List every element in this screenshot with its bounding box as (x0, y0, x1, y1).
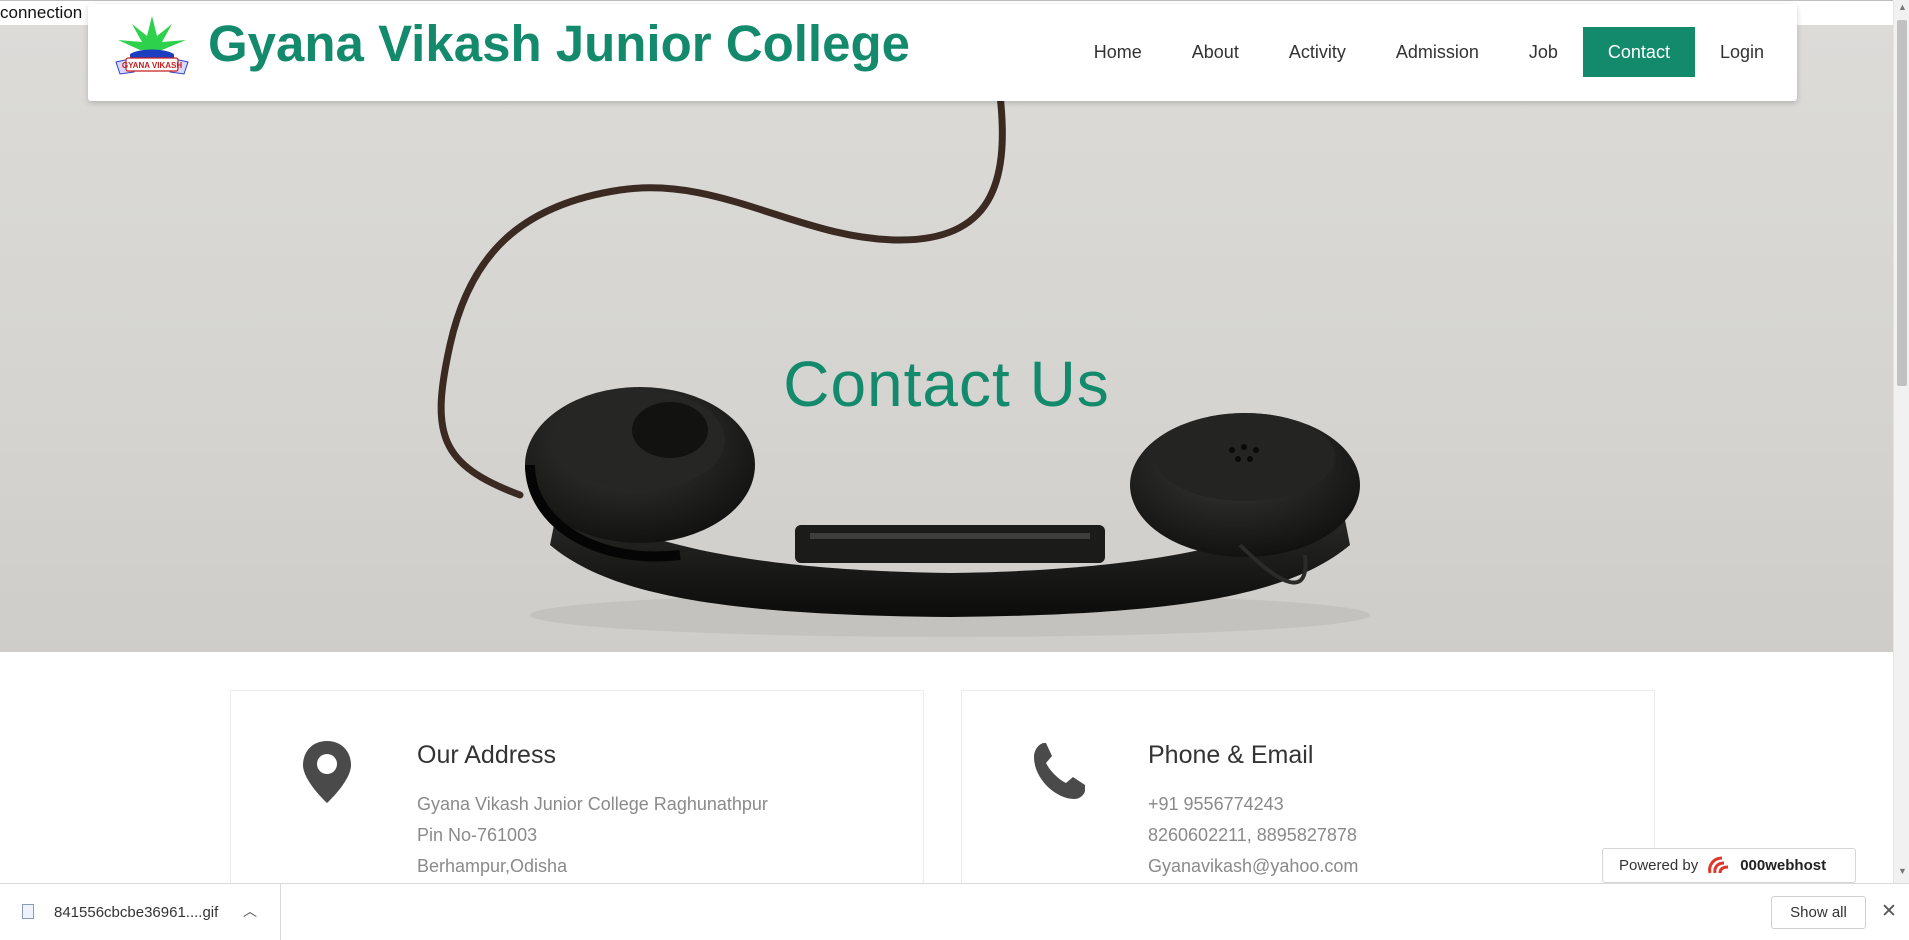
chevron-up-icon[interactable]: ︿ (243, 901, 257, 921)
main-nav: Home About Activity Admission Job Contac… (1069, 27, 1789, 77)
email-line[interactable]: Gyanavikash@yahoo.com (1148, 856, 1358, 877)
powered-by-label: Powered by (1619, 857, 1699, 874)
map-marker-icon (303, 741, 351, 803)
show-all-button[interactable]: Show all (1771, 896, 1866, 929)
telephone-illustration (437, 91, 1370, 637)
nav-contact[interactable]: Contact (1582, 27, 1695, 77)
phone-email-card: Phone & Email +91 9556774243 8260602211,… (961, 690, 1655, 883)
connection-status-text: connection (0, 3, 83, 22)
address-heading: Our Address (417, 741, 556, 769)
browser-viewport: connection Contact Us GYANA VIKASH Gyana… (0, 0, 1893, 883)
scroll-up-arrow-icon[interactable]: ▲ (1898, 2, 1907, 12)
svg-text:GYANA VIKASH: GYANA VIKASH (122, 61, 183, 70)
download-file-name[interactable]: 841556cbcbe36961....gif (54, 904, 218, 921)
site-title[interactable]: Gyana Vikash Junior College (208, 14, 910, 73)
nav-about[interactable]: About (1167, 27, 1264, 77)
nav-job[interactable]: Job (1504, 27, 1583, 77)
nav-login[interactable]: Login (1695, 27, 1789, 77)
nav-admission[interactable]: Admission (1371, 27, 1504, 77)
download-item[interactable]: 841556cbcbe36961....gif ︿ (0, 884, 281, 940)
address-line-1: Gyana Vikash Junior College Raghunathpur (417, 794, 768, 814)
download-bar: 841556cbcbe36961....gif ︿ Show all ✕ (0, 883, 1909, 940)
top-divider (0, 0, 1893, 1)
scroll-down-arrow-icon[interactable]: ▼ (1898, 866, 1907, 876)
nav-activity[interactable]: Activity (1264, 27, 1371, 77)
phone-email-heading: Phone & Email (1148, 741, 1314, 769)
college-logo[interactable]: GYANA VIKASH (110, 14, 194, 84)
nav-home[interactable]: Home (1069, 27, 1167, 77)
hero-title: Contact Us (783, 348, 1110, 420)
powered-by-brand: 000webhost (1740, 857, 1827, 874)
powered-by-badge[interactable]: Powered by 000webhost (1602, 848, 1856, 883)
close-icon[interactable]: ✕ (1881, 900, 1897, 923)
phone-line-2[interactable]: 8260602211, 8895827878 (1148, 825, 1357, 846)
site-header: GYANA VIKASH Gyana Vikash Junior College… (88, 4, 1797, 101)
phone-line-1[interactable]: +91 9556774243 (1148, 794, 1284, 815)
address-card: Our Address Gyana Vikash Junior College … (230, 690, 924, 883)
webhost-logo-icon (1708, 856, 1729, 873)
scrollbar-thumb[interactable] (1897, 20, 1907, 386)
vertical-scrollbar[interactable]: ▲ ▼ (1893, 0, 1909, 883)
address-line-3: Berhampur,Odisha (417, 856, 568, 876)
address-line-2: Pin No-761003 (417, 825, 538, 845)
hero-banner: Contact Us (0, 25, 1893, 652)
phone-icon (1034, 743, 1085, 799)
file-icon (22, 904, 34, 919)
